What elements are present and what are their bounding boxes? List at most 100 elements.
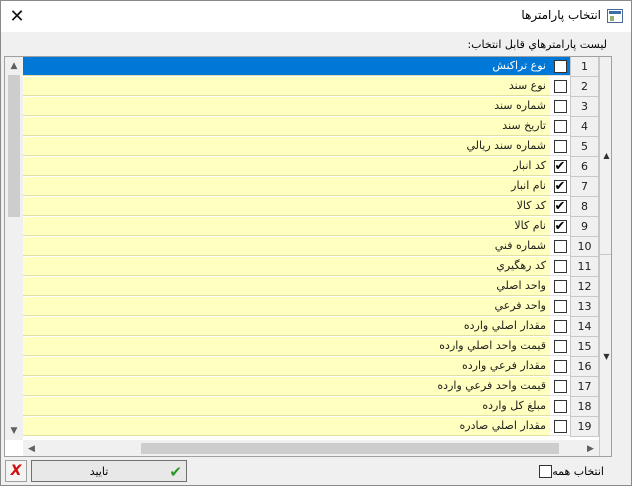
checkbox-unchecked[interactable] <box>553 399 567 413</box>
checkbox-unchecked[interactable] <box>553 259 567 273</box>
parameter-name: شماره سند <box>23 97 550 116</box>
parameter-checkbox-cell[interactable] <box>550 237 570 256</box>
table-row[interactable]: قيمت واحد اصلي وارده 15 <box>23 337 599 357</box>
dialog-window: ✕ انتخاب پارامترها ليست پارامترهاي قابل … <box>0 0 632 486</box>
parameter-checkbox-cell[interactable]: ✔ <box>550 197 570 216</box>
parameter-checkbox-cell[interactable] <box>550 417 570 436</box>
scroll-thumb[interactable] <box>8 75 20 217</box>
table-row[interactable]: نام انبار ✔ 7 <box>23 177 599 197</box>
check-mark-icon: ✔ <box>554 218 566 234</box>
close-icon: ✕ <box>9 6 25 27</box>
hscroll-thumb[interactable] <box>141 443 559 454</box>
checkbox-checked[interactable]: ✔ <box>553 158 567 174</box>
list-caption: ليست پارامترهاي قابل انتخاب: <box>467 38 607 51</box>
page-down-button[interactable]: ▼ <box>600 256 611 456</box>
checkbox-unchecked[interactable] <box>553 419 567 433</box>
checkbox-unchecked[interactable] <box>553 319 567 333</box>
triangle-up-icon: ▲ <box>603 151 610 160</box>
table-row[interactable]: شماره فني 10 <box>23 237 599 257</box>
parameter-checkbox-cell[interactable] <box>550 57 570 76</box>
window-title: انتخاب پارامترها <box>521 8 601 22</box>
table-row[interactable]: قيمت واحد فرعي وارده 17 <box>23 377 599 397</box>
parameter-checkbox-cell[interactable] <box>550 277 570 296</box>
select-all-label: انتخاب همه <box>552 465 604 478</box>
checkbox-unchecked[interactable] <box>553 379 567 393</box>
row-number: 14 <box>570 317 599 337</box>
parameter-name: كد كالا <box>23 197 550 216</box>
table-row[interactable]: كد كالا ✔ 8 <box>23 197 599 217</box>
grid-rows: نوع تراكنش 1 نوع سند 2 شماره سند 3 تاريخ سند 4 ش… <box>23 57 599 440</box>
table-row[interactable]: نوع تراكنش 1 <box>23 57 599 77</box>
page-up-button[interactable]: ▲ <box>600 57 611 255</box>
table-row[interactable]: نوع سند 2 <box>23 77 599 97</box>
scroll-down-icon[interactable]: ▼ <box>5 422 23 440</box>
parameter-checkbox-cell[interactable] <box>550 297 570 316</box>
table-row[interactable]: تاريخ سند 4 <box>23 117 599 137</box>
parameter-checkbox-cell[interactable]: ✔ <box>550 217 570 236</box>
table-row[interactable]: مقدار اصلي وارده 14 <box>23 317 599 337</box>
cancel-button[interactable]: X <box>5 460 27 482</box>
checkbox-checked[interactable]: ✔ <box>553 199 567 213</box>
parameter-name: مقدار اصلي وارده <box>23 317 550 336</box>
parameter-checkbox-cell[interactable] <box>550 377 570 396</box>
confirm-button[interactable]: تاييد ✔ <box>31 460 187 482</box>
select-all-toggle[interactable]: انتخاب همه <box>539 465 609 478</box>
table-row[interactable]: كد انبار ✔ 6 <box>23 157 599 177</box>
row-number: 4 <box>570 117 599 137</box>
table-row[interactable]: مقدار اصلي صادره 19 <box>23 417 599 437</box>
checkbox-unchecked[interactable] <box>553 299 567 313</box>
row-number: 3 <box>570 97 599 117</box>
parameter-checkbox-cell[interactable] <box>550 337 570 356</box>
table-row[interactable]: شماره سند 3 <box>23 97 599 117</box>
scroll-up-icon[interactable]: ▲ <box>5 57 23 75</box>
scroll-right-icon[interactable]: ▶ <box>582 440 599 456</box>
parameter-checkbox-cell[interactable] <box>550 97 570 116</box>
table-row[interactable]: واحد فرعي 13 <box>23 297 599 317</box>
checkbox-unchecked[interactable] <box>553 139 567 153</box>
parameter-name: مبلغ كل وارده <box>23 397 550 416</box>
checkbox-unchecked[interactable] <box>553 359 567 373</box>
checkbox-unchecked[interactable] <box>553 59 567 73</box>
row-number: 19 <box>570 417 599 437</box>
checkbox-unchecked[interactable] <box>553 339 567 353</box>
checkbox-unchecked[interactable] <box>553 239 567 253</box>
parameter-checkbox-cell[interactable] <box>550 317 570 336</box>
table-row[interactable]: واحد اصلي 12 <box>23 277 599 297</box>
parameter-checkbox-cell[interactable] <box>550 357 570 376</box>
close-button[interactable]: ✕ <box>1 1 33 32</box>
parameter-checkbox-cell[interactable] <box>550 397 570 416</box>
parameter-name: نوع سند <box>23 77 550 96</box>
parameter-checkbox-cell[interactable] <box>550 77 570 96</box>
parameter-name: شماره سند ريالي <box>23 137 550 156</box>
checkbox-unchecked[interactable] <box>553 279 567 293</box>
table-row[interactable]: مبلغ كل وارده 18 <box>23 397 599 417</box>
checkbox-unchecked[interactable] <box>553 99 567 113</box>
parameter-name: قيمت واحد فرعي وارده <box>23 377 550 396</box>
select-all-checkbox[interactable] <box>539 465 553 478</box>
row-number: 11 <box>570 257 599 277</box>
table-row[interactable]: مقدار فرعي وارده 16 <box>23 357 599 377</box>
parameter-name: واحد اصلي <box>23 277 550 296</box>
table-row[interactable]: شماره سند ريالي 5 <box>23 137 599 157</box>
table-row[interactable]: نام كالا ✔ 9 <box>23 217 599 237</box>
parameter-checkbox-cell[interactable] <box>550 117 570 136</box>
parameter-checkbox-cell[interactable] <box>550 257 570 276</box>
table-row[interactable]: كد رهگيري 11 <box>23 257 599 277</box>
row-number: 13 <box>570 297 599 317</box>
parameter-checkbox-cell[interactable]: ✔ <box>550 177 570 196</box>
parameter-checkbox-cell[interactable] <box>550 137 570 156</box>
scroll-left-icon[interactable]: ◀ <box>23 440 40 456</box>
triangle-down-icon: ▼ <box>603 351 610 361</box>
check-mark-icon: ✔ <box>554 178 566 194</box>
horizontal-scrollbar[interactable]: ◀ ▶ <box>23 440 599 456</box>
parameter-name: مقدار اصلي صادره <box>23 417 550 436</box>
checkbox-unchecked[interactable] <box>553 79 567 93</box>
checkbox-checked[interactable]: ✔ <box>553 218 567 234</box>
parameter-checkbox-cell[interactable]: ✔ <box>550 157 570 176</box>
row-number: 6 <box>570 157 599 177</box>
parameter-name: مقدار فرعي وارده <box>23 357 550 376</box>
checkbox-unchecked[interactable] <box>553 119 567 133</box>
checkbox-checked[interactable]: ✔ <box>553 178 567 194</box>
check-mark-icon: ✔ <box>554 158 566 174</box>
vertical-scrollbar[interactable]: ▲ ▼ <box>5 57 23 440</box>
